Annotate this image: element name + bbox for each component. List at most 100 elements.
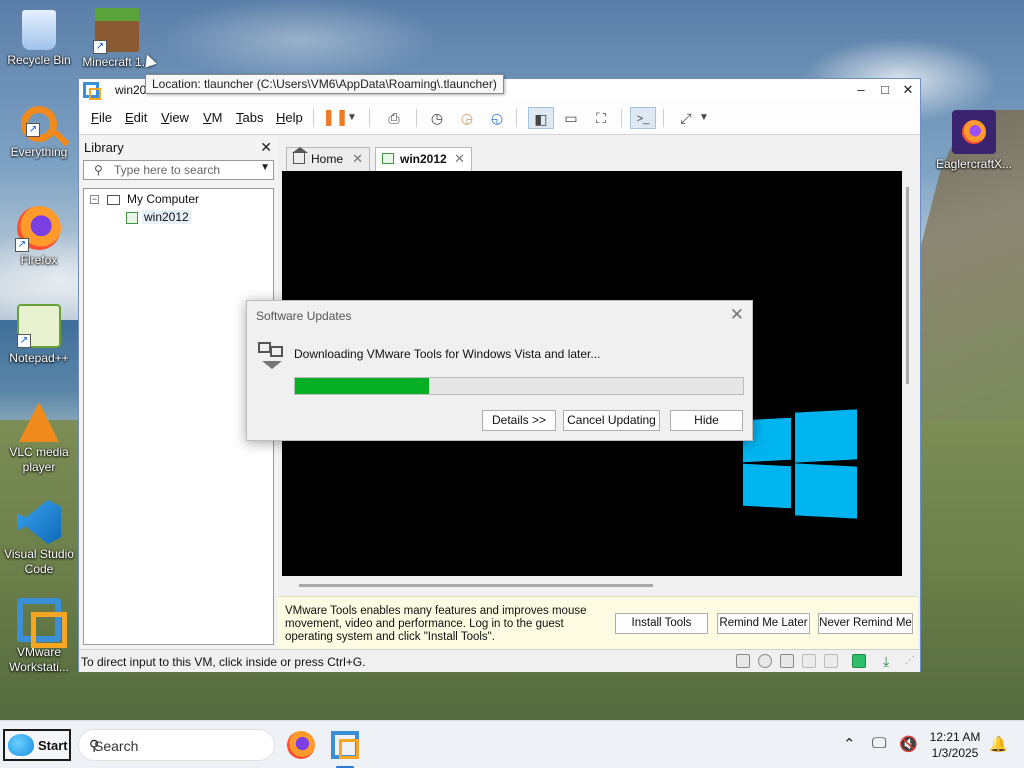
remind-later-button[interactable]: Remind Me Later <box>717 613 810 634</box>
cancel-updating-button[interactable]: Cancel Updating <box>563 410 660 431</box>
power-dropdown-icon[interactable]: ▼ <box>344 107 360 129</box>
vm-running-icon <box>126 211 138 224</box>
toolbar-separator <box>313 109 314 127</box>
tree-item-label: win2012 <box>142 210 191 224</box>
menu-file-label: ile <box>98 110 112 125</box>
dialog-close-icon[interactable]: ✕ <box>730 305 744 325</box>
library-close-icon[interactable]: ✕ <box>260 139 272 156</box>
tab-home[interactable]: Home ✕ <box>286 147 370 171</box>
download-icon[interactable]: ⤓ <box>883 654 897 668</box>
recycle-bin-icon <box>22 10 56 50</box>
library-view-icon[interactable]: ◧ <box>528 107 554 129</box>
desktop-icon-label: Notepad++ <box>9 351 69 365</box>
chevron-up-icon[interactable]: ⌃ <box>843 735 856 753</box>
menu-help[interactable]: Help <box>276 110 303 125</box>
never-remind-button[interactable]: Never Remind Me <box>818 613 913 634</box>
window-title: win20 <box>115 83 147 97</box>
sound-icon[interactable] <box>824 654 838 668</box>
vm-running-icon <box>382 153 394 164</box>
message-icon[interactable] <box>852 654 866 668</box>
menu-file[interactable]: File <box>91 110 112 125</box>
tray-display-icon[interactable]: 🖵 <box>872 735 886 752</box>
taskbar-search[interactable]: ⚲ <box>78 729 275 761</box>
library-search-input[interactable] <box>114 163 254 177</box>
desktop-icon-recycle-bin[interactable]: Recycle Bin <box>1 10 77 68</box>
menu-vm-label: M <box>211 110 223 125</box>
vmware-app-icon <box>83 82 101 100</box>
tab-close-icon[interactable]: ✕ <box>454 148 465 170</box>
snapshot-manager-icon[interactable]: ◵ <box>484 107 510 129</box>
menu-view-label: iew <box>169 110 189 125</box>
hdd-icon[interactable] <box>736 654 750 668</box>
notepadpp-icon: ↗ <box>17 304 61 348</box>
vertical-scrollbar[interactable] <box>906 187 909 384</box>
notification-bell-icon[interactable]: 🔔 <box>989 735 1008 753</box>
tab-win2012[interactable]: win2012 ✕ <box>375 147 472 172</box>
send-ctrl-alt-del-icon[interactable]: ⎙ <box>381 107 407 129</box>
desktop-icon-vscode[interactable]: Visual Studio Code <box>1 500 77 577</box>
thumbnail-view-icon[interactable]: ▭ <box>558 107 584 129</box>
cd-icon[interactable] <box>758 654 772 668</box>
library-header: Library ✕ <box>79 136 278 158</box>
tree-item-win2012[interactable]: win2012 <box>126 210 191 224</box>
toolbar-separator <box>663 109 664 127</box>
menu-tabs[interactable]: Tabs <box>236 110 263 125</box>
computer-icon <box>107 194 120 205</box>
collapse-icon[interactable]: − <box>90 195 99 205</box>
desktop-icon-everything[interactable]: ↗ Everything <box>1 106 77 160</box>
clock-time: 12:21 AM <box>929 730 981 744</box>
desktop-icon-vlc[interactable]: VLC media player <box>1 402 77 475</box>
dialog-message: Downloading VMware Tools for Windows Vis… <box>294 347 601 361</box>
stretch-dropdown-icon[interactable]: ▼ <box>696 107 712 129</box>
volume-muted-icon[interactable]: 🔇 <box>899 735 918 753</box>
menu-view[interactable]: View <box>161 110 189 125</box>
library-search[interactable]: ⚲ ▼ <box>83 160 274 180</box>
download-progress-bar <box>294 377 744 395</box>
tab-close-icon[interactable]: ✕ <box>352 148 363 170</box>
start-orb-icon <box>8 734 34 756</box>
maximize-button[interactable]: □ <box>873 79 897 101</box>
fullscreen-icon[interactable]: ⛶ <box>588 107 614 129</box>
details-button[interactable]: Details >> <box>482 410 556 431</box>
hide-button[interactable]: Hide <box>670 410 743 431</box>
logo-pane <box>795 463 857 519</box>
desktop-icon-label: Recycle Bin <box>7 53 71 67</box>
desktop-icon-eaglercraft[interactable]: EaglercraftX... <box>936 110 1012 172</box>
logo-pane <box>743 463 791 509</box>
taskbar-search-input[interactable] <box>94 738 254 754</box>
tree-item-my-computer[interactable]: − My Computer <box>90 192 199 206</box>
desktop-icon-firefox[interactable]: ↗ Firefox <box>1 206 77 268</box>
desktop-icon-label: VLC media player <box>9 445 69 474</box>
close-button[interactable]: ✕ <box>896 79 920 101</box>
menu-vm[interactable]: VM <box>203 110 223 125</box>
shortcut-arrow-icon: ↗ <box>93 40 107 54</box>
desktop-icon-vmware[interactable]: VMware Workstati... <box>1 598 77 675</box>
horizontal-scrollbar[interactable] <box>299 584 653 587</box>
menu-edit[interactable]: Edit <box>125 110 147 125</box>
software-update-icon <box>258 342 286 370</box>
taskbar: Start ⚲ ⌃ 🖵 🔇 12:21 AM 1/3/2025 🔔 <box>0 720 1024 768</box>
taskbar-firefox-icon[interactable] <box>287 731 315 759</box>
taskbar-vmware-icon[interactable] <box>331 731 359 759</box>
taskbar-clock[interactable]: 12:21 AM 1/3/2025 <box>924 729 986 761</box>
install-tools-button[interactable]: Install Tools <box>615 613 708 634</box>
revert-snapshot-icon[interactable]: ◶ <box>454 107 480 129</box>
resize-grip-icon[interactable]: ⋰ <box>905 654 919 668</box>
toolbar-separator <box>516 109 517 127</box>
tree-item-label: My Computer <box>127 192 200 206</box>
usb-icon[interactable] <box>802 654 816 668</box>
home-icon <box>292 147 308 164</box>
minimize-button[interactable]: – <box>849 79 873 101</box>
console-view-icon[interactable]: >_ <box>630 107 656 129</box>
dialog-title: Software Updates <box>256 309 352 323</box>
snapshot-icon[interactable]: ◷ <box>424 107 450 129</box>
desktop-icon-label: Visual Studio Code <box>4 547 74 576</box>
chevron-down-icon[interactable]: ▼ <box>260 162 270 173</box>
start-button[interactable]: Start <box>3 729 71 761</box>
windows-logo-icon <box>743 407 857 521</box>
desktop-icon-notepadpp[interactable]: ↗ Notepad++ <box>1 304 77 366</box>
desktop-icon-label: EaglercraftX... <box>936 157 1013 171</box>
desktop-icon-label: VMware Workstati... <box>9 645 69 674</box>
logo-pane <box>795 409 857 463</box>
network-icon[interactable] <box>780 654 794 668</box>
